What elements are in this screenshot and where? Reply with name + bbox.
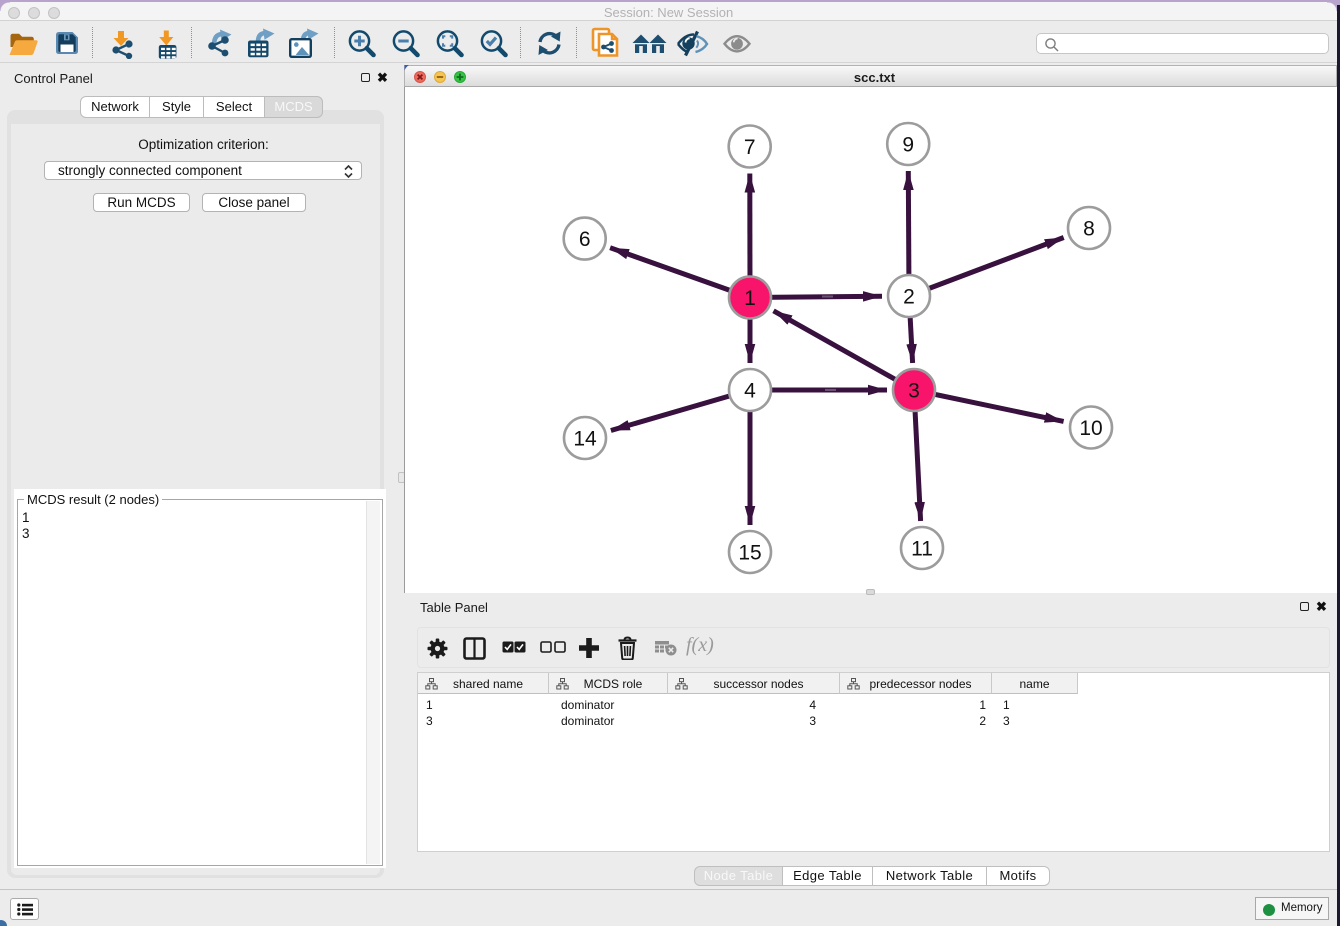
svg-text:15: 15 <box>738 542 761 565</box>
svg-text:14: 14 <box>573 428 597 451</box>
svg-text:2: 2 <box>903 286 915 309</box>
svg-text:6: 6 <box>579 228 591 251</box>
svg-text:8: 8 <box>1083 218 1095 241</box>
svg-text:7: 7 <box>744 136 756 159</box>
svg-text:1: 1 <box>744 287 756 310</box>
svg-text:4: 4 <box>744 380 756 403</box>
svg-text:9: 9 <box>902 134 914 157</box>
svg-text:11: 11 <box>911 538 933 561</box>
svg-text:10: 10 <box>1079 417 1102 440</box>
svg-text:3: 3 <box>908 380 920 403</box>
